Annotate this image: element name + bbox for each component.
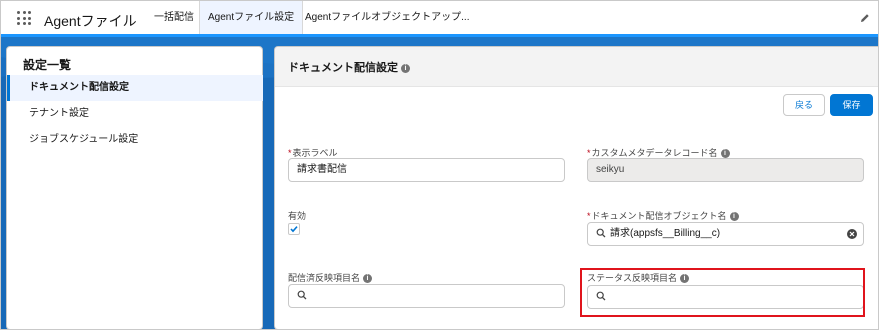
info-icon[interactable]: i xyxy=(720,149,730,159)
metadata-record-name-input: seikyu xyxy=(587,158,864,182)
required-marker: * xyxy=(587,148,591,158)
metadata-record-name-label-text: カスタムメタデータレコード名 xyxy=(591,148,718,158)
delivered-item-name-label: 配信済反映項目名 i xyxy=(288,271,373,284)
required-marker: * xyxy=(288,148,292,158)
panel-header: ドキュメント配信設定 i xyxy=(275,47,878,87)
delivered-item-name-lookup[interactable] xyxy=(288,284,565,308)
enabled-label: 有効 xyxy=(288,211,307,221)
sidebar-item-tenant[interactable]: テナント設定 xyxy=(7,101,263,127)
search-icon xyxy=(596,228,606,238)
clear-icon[interactable] xyxy=(847,229,857,239)
display-label-label-text: 表示ラベル xyxy=(292,148,338,158)
info-icon[interactable]: i xyxy=(729,212,739,222)
highlight-box xyxy=(580,268,865,317)
sidebar-title: 設定一覧 xyxy=(23,58,72,72)
sidebar-item-job-schedule[interactable]: ジョブスケジュール設定 xyxy=(7,127,263,153)
save-button[interactable]: 保存 xyxy=(830,94,873,116)
back-button[interactable]: 戻る xyxy=(783,94,825,116)
tab-bulk-delivery[interactable]: 一括配信 xyxy=(146,1,202,34)
app-launcher-icon[interactable] xyxy=(17,11,31,25)
checkmark-icon xyxy=(290,226,298,233)
tab-agent-file-object-upload[interactable]: Agentファイルオブジェクトアップ... xyxy=(297,1,477,34)
search-icon xyxy=(297,290,307,300)
delivered-item-name-label-text: 配信済反映項目名 xyxy=(288,273,361,283)
required-marker: * xyxy=(587,211,591,221)
delivery-object-name-lookup[interactable]: 請求(appsfs__Billing__c) xyxy=(587,222,864,246)
app-frame: Agentファイル 一括配信 Agentファイル設定 Agentファイルオブジェ… xyxy=(0,0,879,330)
delivery-object-name-label-text: ドキュメント配信オブジェクト名 xyxy=(591,211,727,221)
info-icon[interactable]: i xyxy=(363,274,373,284)
sidebar-item-document-delivery[interactable]: ドキュメント配信設定 xyxy=(7,75,263,101)
app-name: Agentファイル xyxy=(44,13,137,29)
info-icon[interactable]: i xyxy=(401,63,410,73)
enabled-checkbox[interactable] xyxy=(288,223,300,235)
delivery-object-name-label: *ドキュメント配信オブジェクト名 i xyxy=(587,209,739,222)
pencil-icon[interactable] xyxy=(860,13,870,23)
display-label-input[interactable]: 請求書配信 xyxy=(288,158,565,182)
delivery-object-name-value: 請求(appsfs__Billing__c) xyxy=(610,228,721,239)
page-title: ドキュメント配信設定 i xyxy=(288,59,410,75)
tab-agent-file-settings[interactable]: Agentファイル設定 xyxy=(199,1,304,34)
page-title-text: ドキュメント配信設定 xyxy=(288,62,398,74)
settings-sidebar: 設定一覧 ドキュメント配信設定 テナント設定 ジョブスケジュール設定 xyxy=(6,46,263,329)
top-navigation: Agentファイル 一括配信 Agentファイル設定 Agentファイルオブジェ… xyxy=(1,1,878,37)
